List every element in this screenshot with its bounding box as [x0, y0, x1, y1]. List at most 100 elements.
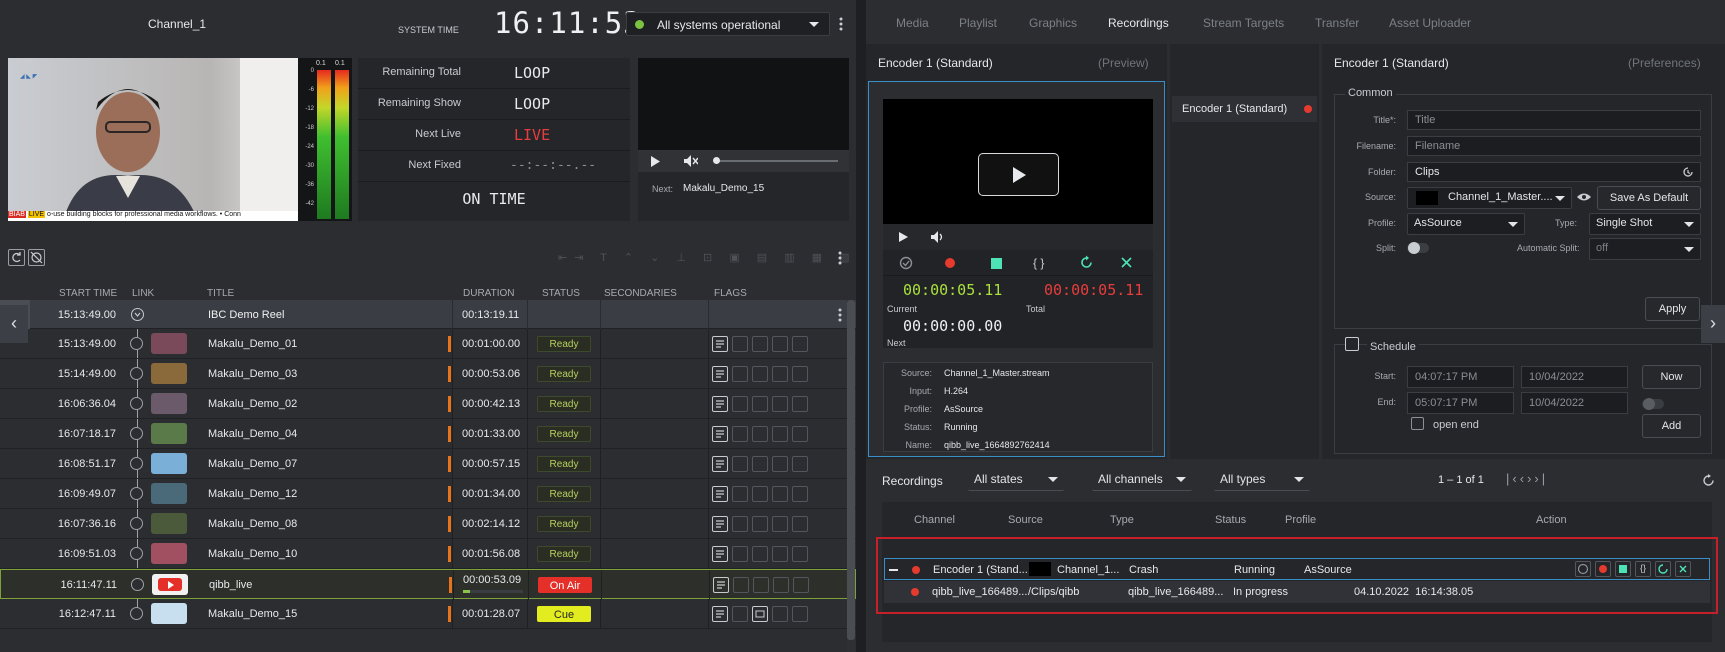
col-profile[interactable]: Profile — [1285, 514, 1316, 526]
first-page-icon[interactable]: |‹ — [1506, 471, 1520, 486]
history-icon[interactable] — [1682, 166, 1694, 178]
recording-row[interactable]: Encoder 1 (Stand... Channel_1... Crash R… — [884, 558, 1710, 580]
sync-off-icon[interactable] — [28, 249, 45, 266]
cue-icon[interactable] — [1575, 561, 1591, 577]
playlist-scrollbar[interactable] — [847, 300, 855, 652]
flag-icon[interactable] — [732, 546, 748, 562]
flag-icon[interactable] — [792, 516, 808, 532]
col-flags[interactable]: FLAGS — [714, 288, 747, 299]
start-date-input[interactable]: 10/04/2022 — [1521, 366, 1628, 388]
flag-icon[interactable] — [772, 336, 788, 352]
end-date-input[interactable]: 10/04/2022 — [1521, 392, 1628, 414]
play-icon[interactable] — [899, 232, 908, 242]
start-time-input[interactable]: 04:07:17 PM — [1407, 366, 1514, 388]
flag-icon[interactable] — [732, 486, 748, 502]
flag-icon[interactable] — [733, 577, 749, 593]
flag-icon[interactable] — [732, 426, 748, 442]
notes-icon[interactable] — [712, 516, 728, 532]
notes-icon[interactable] — [712, 396, 728, 412]
flag-icon[interactable] — [772, 546, 788, 562]
chevron-right-icon[interactable]: › — [1701, 305, 1725, 343]
flag-icon[interactable] — [752, 516, 768, 532]
tab-graphics[interactable]: Graphics — [1029, 16, 1077, 30]
cue-icon[interactable] — [899, 256, 913, 270]
mute-icon[interactable] — [684, 155, 698, 167]
system-status-select[interactable]: All systems operational — [626, 12, 830, 36]
chevron-left-icon[interactable]: ‹ — [0, 305, 28, 343]
playlist-row[interactable]: 16:09:51.03 Makalu_Demo_10 00:01:56.08 Read… — [0, 539, 856, 569]
apply-button[interactable]: Apply — [1645, 297, 1700, 321]
flag-icon[interactable] — [793, 577, 809, 593]
flag-icon[interactable] — [792, 546, 808, 562]
record-icon[interactable] — [1595, 561, 1611, 577]
close-icon[interactable] — [1675, 561, 1691, 577]
flag-icon[interactable] — [772, 486, 788, 502]
col-secondaries[interactable]: SECONDARIES — [604, 288, 677, 299]
col-duration[interactable]: DURATION — [463, 288, 514, 299]
flag-icon[interactable] — [732, 396, 748, 412]
group-more-icon[interactable] — [838, 307, 842, 323]
flag-icon[interactable] — [732, 606, 748, 622]
notes-icon[interactable] — [712, 546, 728, 562]
playlist-row[interactable]: 16:07:36.16 Makalu_Demo_08 00:02:14.12 Read… — [0, 509, 856, 539]
last-page-icon[interactable]: ›| — [1534, 471, 1548, 486]
flag-icon[interactable] — [732, 366, 748, 382]
flag-icon[interactable] — [753, 577, 769, 593]
flag-icon[interactable] — [752, 546, 768, 562]
col-action[interactable]: Action — [1536, 514, 1567, 526]
flag-icon[interactable] — [772, 516, 788, 532]
filter-states[interactable]: All states — [968, 469, 1064, 491]
end-toggle[interactable] — [1642, 398, 1664, 410]
end-time-input[interactable]: 05:07:17 PM — [1407, 392, 1514, 414]
flag-icon[interactable] — [772, 396, 788, 412]
add-schedule-button[interactable]: Add — [1642, 414, 1701, 438]
refresh-icon[interactable] — [1702, 474, 1715, 487]
eye-icon[interactable] — [1577, 192, 1591, 202]
metadata-icon[interactable]: {} — [1635, 561, 1651, 577]
folder-input[interactable]: Clips — [1407, 162, 1701, 182]
flag-icon[interactable] — [773, 577, 789, 593]
group-expand-icon[interactable] — [131, 308, 144, 321]
profile-select[interactable]: AsSource — [1407, 213, 1525, 235]
flag-icon[interactable] — [792, 336, 808, 352]
flag-icon[interactable] — [792, 426, 808, 442]
type-select[interactable]: Single Shot — [1589, 213, 1701, 235]
metadata-icon[interactable]: { } — [1033, 256, 1044, 270]
encoder-preview-selected[interactable]: { } 00:00:05.11 00:00:05.11 Current Tota… — [868, 81, 1165, 457]
playlist-row[interactable]: 15:14:49.00 Makalu_Demo_03 00:00:53.06 Read… — [0, 359, 856, 389]
notes-icon[interactable] — [712, 426, 728, 442]
flag-icon[interactable] — [772, 456, 788, 472]
flag-icon[interactable] — [792, 396, 808, 412]
collapse-row-icon[interactable] — [889, 569, 898, 571]
flag-icon[interactable] — [752, 486, 768, 502]
playlist-row-cue[interactable]: 16:12:47.11 Makalu_Demo_15 00:01:28.07 Cue — [0, 599, 856, 629]
playlist-group-row[interactable]: 15:13:49.00 IBC Demo Reel 00:13:19.11 — [0, 300, 856, 330]
filter-types[interactable]: All types — [1214, 469, 1310, 491]
col-status[interactable]: Status — [1215, 514, 1246, 526]
big-play-button[interactable] — [978, 153, 1059, 196]
tab-playlist[interactable]: Playlist — [959, 16, 997, 30]
flag-icon[interactable] — [752, 396, 768, 412]
col-title[interactable]: TITLE — [207, 288, 234, 299]
tab-asset-uploader[interactable]: Asset Uploader — [1389, 16, 1471, 30]
recording-sub-row[interactable]: qibb_live_166489... /Clips/qibb qibb_liv… — [884, 581, 1710, 603]
stop-icon[interactable] — [991, 258, 1002, 269]
notes-icon[interactable] — [712, 606, 728, 622]
restart-icon[interactable] — [1079, 255, 1094, 270]
playlist-more-icon[interactable] — [838, 250, 842, 266]
notes-icon[interactable] — [712, 366, 728, 382]
notes-icon[interactable] — [712, 456, 728, 472]
save-as-default-button[interactable]: Save As Default — [1597, 186, 1701, 210]
more-vert-icon[interactable] — [839, 16, 843, 32]
flag-icon[interactable] — [732, 456, 748, 472]
tab-media[interactable]: Media — [896, 16, 929, 30]
col-source[interactable]: Source — [1008, 514, 1043, 526]
flag-icon[interactable] — [752, 426, 768, 442]
play-icon[interactable] — [650, 156, 660, 167]
flag-icon[interactable] — [772, 426, 788, 442]
filename-input[interactable]: Filename — [1407, 136, 1701, 156]
title-input[interactable]: Title — [1407, 110, 1701, 130]
flag-icon[interactable] — [792, 456, 808, 472]
notes-icon[interactable] — [713, 577, 729, 593]
close-icon[interactable] — [1121, 257, 1132, 268]
